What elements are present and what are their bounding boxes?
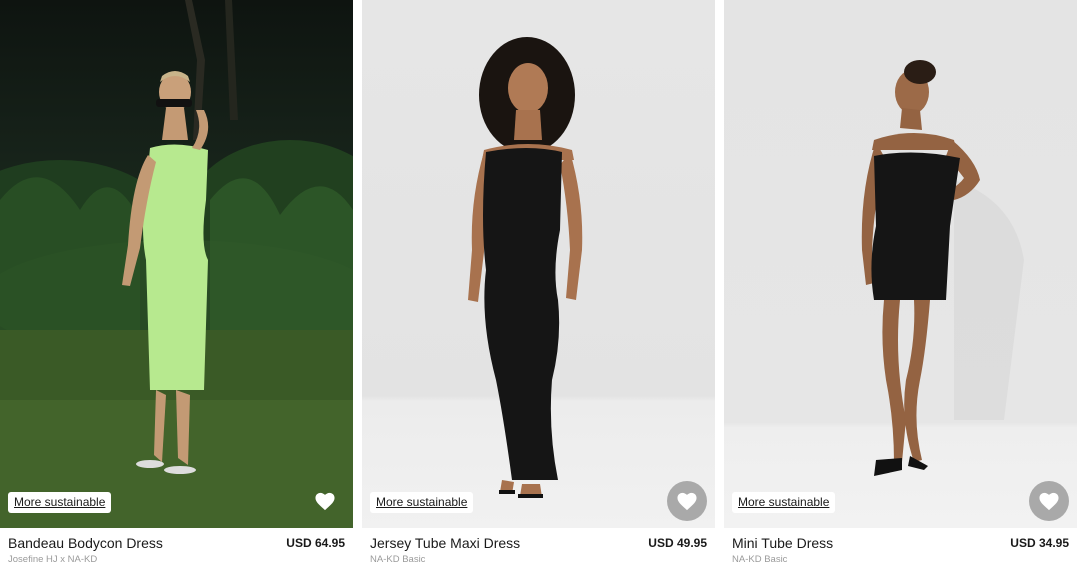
heart-icon bbox=[1039, 492, 1059, 511]
sustainability-badge[interactable]: More sustainable bbox=[8, 492, 112, 513]
product-price: USD 49.95 bbox=[648, 536, 707, 550]
product-grid: More sustainable Bandeau Bodycon Dress U… bbox=[0, 0, 1077, 567]
product-name[interactable]: Mini Tube Dress bbox=[732, 535, 833, 551]
sustainability-badge[interactable]: More sustainable bbox=[732, 492, 836, 513]
favorite-button[interactable] bbox=[667, 481, 707, 521]
heart-icon bbox=[677, 492, 697, 511]
product-image[interactable] bbox=[724, 0, 1077, 528]
product-brand: NA-KD Basic bbox=[732, 554, 788, 565]
product-card[interactable]: More sustainable Bandeau Bodycon Dress U… bbox=[0, 0, 353, 567]
product-image[interactable] bbox=[0, 0, 353, 528]
favorite-button[interactable] bbox=[1029, 481, 1069, 521]
product-info: Mini Tube Dress USD 34.95 NA-KD Basic bbox=[724, 534, 1077, 567]
product-info: Jersey Tube Maxi Dress USD 49.95 NA-KD B… bbox=[362, 534, 715, 567]
product-price: USD 64.95 bbox=[286, 536, 345, 550]
product-card[interactable]: More sustainable Jersey Tube Maxi Dress … bbox=[362, 0, 715, 567]
product-image[interactable] bbox=[362, 0, 715, 528]
product-name[interactable]: Jersey Tube Maxi Dress bbox=[370, 535, 520, 551]
product-price: USD 34.95 bbox=[1010, 536, 1069, 550]
sustainability-badge[interactable]: More sustainable bbox=[370, 492, 474, 513]
heart-icon bbox=[315, 492, 335, 511]
product-brand: Josefine HJ x NA-KD bbox=[8, 554, 98, 565]
product-card[interactable]: More sustainable Mini Tube Dress USD 34.… bbox=[724, 0, 1077, 567]
favorite-button[interactable] bbox=[305, 481, 345, 521]
product-info: Bandeau Bodycon Dress USD 64.95 Josefine… bbox=[0, 534, 353, 567]
product-name[interactable]: Bandeau Bodycon Dress bbox=[8, 535, 163, 551]
product-brand: NA-KD Basic bbox=[370, 554, 426, 565]
